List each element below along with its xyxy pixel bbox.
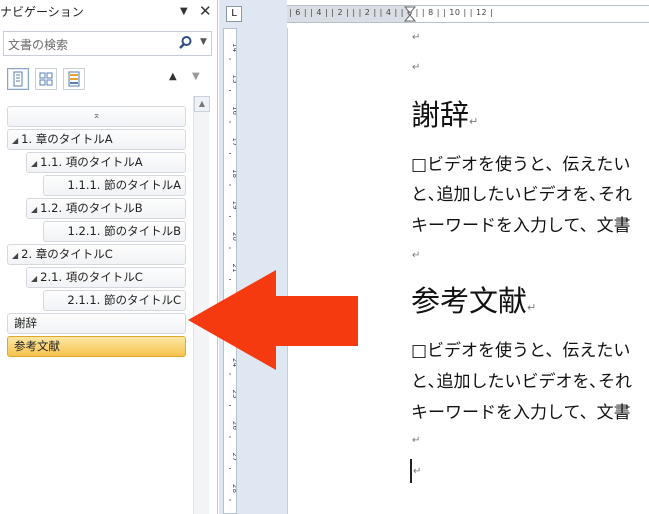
next-heading-icon[interactable]: ▼ bbox=[192, 71, 200, 82]
paragraph-mark: ↵ bbox=[413, 466, 422, 477]
tab-results[interactable] bbox=[63, 68, 85, 90]
tree-item[interactable]: ◢ 2. 章のタイトルC bbox=[7, 244, 186, 265]
heading-tree: ⌅ ◢ 1. 章のタイトルA ◢ 1.1. 項のタイトルA 1.1.1. 節のタイト… bbox=[5, 100, 190, 514]
previous-heading-icon[interactable]: ▲ bbox=[169, 71, 177, 82]
tree-item[interactable]: 謝辞 bbox=[7, 313, 186, 334]
tree-item[interactable]: 2.1.1. 節のタイトルC bbox=[43, 290, 186, 311]
indent-marker-icon[interactable] bbox=[403, 6, 417, 22]
search-icon[interactable] bbox=[177, 35, 193, 51]
heading-text: 参考文献 bbox=[411, 284, 528, 318]
vertical-ruler-label: 17 bbox=[231, 138, 236, 147]
vertical-ruler-label: 15 bbox=[231, 75, 236, 84]
paragraph-mark: ↵ bbox=[469, 115, 479, 128]
heading-text: 謝辞 bbox=[411, 98, 470, 132]
tab-pages[interactable] bbox=[35, 68, 57, 90]
tree-item-label: 1.2. 項のタイトルB bbox=[40, 201, 143, 215]
headings-icon bbox=[13, 71, 23, 87]
vertical-ruler-label: 25 bbox=[231, 390, 236, 399]
vertical-ruler-label: 28 bbox=[231, 484, 236, 493]
vertical-ruler-label: 20 bbox=[231, 232, 236, 241]
paragraph-mark: ↵ bbox=[412, 435, 421, 446]
paragraph-mark: ↵ bbox=[527, 301, 537, 314]
body-line[interactable]: □ビデオを使うと、伝えたい bbox=[411, 336, 630, 361]
vertical-ruler-label: 26 bbox=[231, 421, 236, 430]
red-arrow-annotation bbox=[188, 270, 358, 370]
expanded-triangle-icon: ◢ bbox=[12, 136, 19, 145]
tree-item[interactable]: 1.2.1. 節のタイトルB bbox=[43, 221, 186, 242]
horizontal-ruler: | 6 | | 4 | | 2 | | | 2 | | 4 | | 6 | | … bbox=[287, 5, 649, 23]
expanded-triangle-icon: ◢ bbox=[31, 205, 38, 214]
nav-menu-dropdown-icon[interactable]: ▼ bbox=[180, 6, 188, 17]
tree-item-label: 謝辞 bbox=[14, 316, 37, 330]
vertical-ruler-label: 27 bbox=[231, 453, 236, 462]
vertical-ruler-label: 16 bbox=[231, 106, 236, 115]
body-line[interactable]: キーワードを入力して、文書 bbox=[411, 211, 631, 236]
vertical-ruler-label: 19 bbox=[231, 201, 236, 210]
tree-item[interactable]: ◢ 1.2. 項のタイトルB bbox=[26, 198, 186, 219]
paragraph-mark: ↵ bbox=[412, 32, 421, 43]
tree-item-label: 1. 章のタイトルA bbox=[21, 132, 113, 146]
paragraph-mark: ↵ bbox=[412, 62, 421, 73]
search-options-icon[interactable]: ▼ bbox=[200, 37, 207, 47]
search-box[interactable]: 文書の検索 ▼ bbox=[3, 31, 212, 56]
pages-grid-icon bbox=[39, 72, 53, 86]
text-cursor bbox=[410, 459, 412, 483]
tab-selector-button[interactable]: L bbox=[226, 6, 242, 22]
body-line[interactable]: と､追加したいビデオを､それ bbox=[411, 367, 632, 392]
tree-item-label: 2. 章のタイトルC bbox=[21, 247, 113, 261]
tree-item[interactable]: 1.1.1. 節のタイトルA bbox=[43, 175, 186, 196]
tree-item-label: 1.1.1. 節のタイトルA bbox=[67, 178, 181, 192]
expanded-triangle-icon: ◢ bbox=[12, 251, 19, 260]
tree-item-label: 2.1.1. 節のタイトルC bbox=[67, 293, 181, 307]
results-list-icon bbox=[68, 71, 80, 87]
body-line[interactable]: □ビデオを使うと、伝えたい bbox=[411, 150, 630, 175]
vertical-ruler-label: 18 bbox=[231, 169, 236, 178]
scroll-up-icon[interactable]: ▲ bbox=[194, 96, 210, 112]
tree-item[interactable]: ◢ 1. 章のタイトルA bbox=[7, 129, 186, 150]
tree-item-label: 1.2.1. 節のタイトルB bbox=[67, 224, 181, 238]
tree-item-label: 1.1. 項のタイトルA bbox=[40, 155, 143, 169]
body-line[interactable]: と､追加したいビデオを､それ bbox=[411, 180, 632, 205]
navigation-pane: ナビゲーション ▼ ✕ 文書の検索 ▼ ▲ ▼ ⌅ ◢ 1. 章のタイトルA ◢ 1… bbox=[0, 0, 218, 514]
tree-item[interactable]: ◢ 1.1. 項のタイトルA bbox=[26, 152, 186, 173]
body-line[interactable]: キーワードを入力して、文書 bbox=[411, 398, 631, 423]
tab-headings[interactable] bbox=[7, 68, 29, 90]
tree-item-active[interactable]: 参考文献 bbox=[7, 336, 186, 357]
collapse-icon: ⌅ bbox=[92, 111, 101, 121]
tree-item[interactable]: ◢ 2.1. 項のタイトルC bbox=[26, 267, 186, 288]
heading-references[interactable]: 参考文献↵ bbox=[411, 278, 536, 320]
nav-close-icon[interactable]: ✕ bbox=[199, 2, 212, 20]
nav-pane-title: ナビゲーション bbox=[0, 5, 84, 19]
expanded-triangle-icon: ◢ bbox=[31, 274, 38, 283]
tree-item-label: 参考文献 bbox=[14, 339, 60, 353]
heading-acknowledgements[interactable]: 謝辞↵ bbox=[411, 92, 478, 134]
ruler-tick-labels: | 6 | | 4 | | 2 | | | 2 | | 4 | | 6 | | … bbox=[289, 8, 494, 17]
vertical-ruler-label: 14 bbox=[231, 43, 236, 52]
collapse-all-button[interactable]: ⌅ bbox=[7, 106, 186, 127]
paragraph-mark: ↵ bbox=[412, 250, 421, 261]
tree-item-label: 2.1. 項のタイトルC bbox=[40, 270, 143, 284]
search-input[interactable]: 文書の検索 bbox=[8, 36, 68, 53]
expanded-triangle-icon: ◢ bbox=[31, 159, 38, 168]
